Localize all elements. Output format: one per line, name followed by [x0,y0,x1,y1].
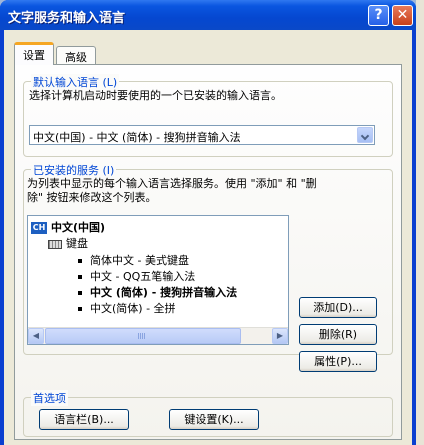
bullet-icon [78,275,82,279]
tree-service-label: 简体中文 - 美式键盘 [90,254,189,267]
bullet-icon [78,307,82,311]
key-settings-button[interactable]: 键设置(K)... [169,409,259,430]
tab-advanced[interactable]: 高级 [56,46,96,66]
remove-button[interactable]: 删除(R) [299,324,377,345]
add-button[interactable]: 添加(D)... [299,297,377,318]
tree-service-item[interactable]: 中文 - QQ五笔输入法 [78,268,195,283]
language-bar-button[interactable]: 语言栏(B)... [39,409,129,430]
preferences-group-title: 首选项 [31,390,68,406]
scroll-left-arrow-icon[interactable]: ◀ [28,328,44,344]
title-bar[interactable]: 文字服务和输入语言 ? ✕ [0,0,416,30]
help-button[interactable]: ? [368,5,389,26]
tree-service-item[interactable]: 中文(简体) - 全拼 [78,300,176,315]
installed-services-group-title: 已安装的服务 (I) [31,162,117,178]
tree-service-item[interactable]: 简体中文 - 美式键盘 [78,252,189,267]
bullet-icon [78,259,82,263]
settings-tab-panel: 默认输入语言 (L) 选择计算机启动时要使用的一个已安装的输入语言。 中文(中国… [14,64,402,440]
tree-service-item[interactable]: 中文 (简体) - 搜狗拼音输入法 [78,284,237,299]
window-title: 文字服务和输入语言 [8,11,126,26]
properties-button[interactable]: 属性(P)... [299,351,377,372]
keyboard-icon [48,239,62,249]
tree-language-node[interactable]: CH 中文(中国) [31,219,105,234]
tree-service-label: 中文 - QQ五笔输入法 [90,270,196,283]
installed-services-description-line1: 为列表中显示的每个输入语言选择服务。使用 "添加" 和 "删 [27,177,317,190]
tab-settings[interactable]: 设置 [14,42,54,65]
tree-keyboard-label: 键盘 [66,237,88,250]
default-language-selected-value: 中文(中国) - 中文 (简体) - 搜狗拼音输入法 [33,131,241,144]
chevron-down-icon[interactable] [357,127,373,143]
tree-service-label: 中文 (简体) - 搜狗拼音输入法 [90,286,238,299]
tree-keyboard-node[interactable]: 键盘 [48,235,88,250]
dialog-client-area: 设置 高级 默认输入语言 (L) 选择计算机启动时要使用的一个已安装的输入语言。… [4,30,412,445]
installed-services-description-line2: 除" 按钮来修改这个列表。 [27,191,157,204]
default-language-group-title: 默认输入语言 (L) [31,74,120,90]
close-button[interactable]: ✕ [392,5,413,26]
bullet-icon [78,291,82,295]
default-language-dropdown[interactable]: 中文(中国) - 中文 (简体) - 搜狗拼音输入法 [29,125,375,145]
background-window-strip [416,0,424,445]
scrollbar-thumb[interactable] [45,328,241,344]
horizontal-scrollbar[interactable]: ◀ ▶ [28,327,288,344]
tree-language-label: 中文(中国) [51,221,106,234]
installed-services-tree[interactable]: CH 中文(中国) 键盘 简体中文 - 美式键盘 中文 - QQ五笔输入法 中文 … [27,215,289,345]
language-flag-icon: CH [31,222,47,234]
default-language-description: 选择计算机启动时要使用的一个已安装的输入语言。 [29,89,282,102]
scroll-right-arrow-icon[interactable]: ▶ [272,328,288,344]
dialog-window: 文字服务和输入语言 ? ✕ 设置 高级 默认输入语言 (L) 选择计算机启动时要… [0,0,416,445]
tree-service-label: 中文(简体) - 全拼 [90,302,176,315]
